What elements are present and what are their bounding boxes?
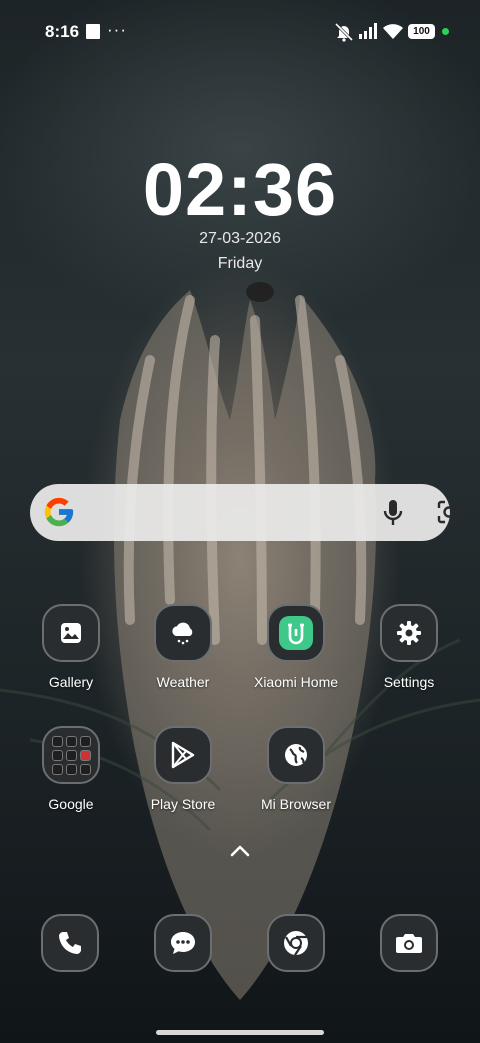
app-label: Weather xyxy=(156,674,210,690)
messages-icon[interactable] xyxy=(154,914,212,972)
app-gallery[interactable]: Gallery xyxy=(16,604,126,690)
mute-icon xyxy=(334,22,354,42)
weather-icon xyxy=(154,604,212,662)
notification-square-icon xyxy=(86,24,100,39)
play-store-icon xyxy=(154,726,212,784)
microphone-icon[interactable] xyxy=(381,499,405,527)
wifi-icon xyxy=(383,24,403,39)
app-xiaomi-home[interactable]: Xiaomi Home xyxy=(241,604,351,690)
signal-icon xyxy=(359,23,377,39)
app-label: Xiaomi Home xyxy=(253,674,339,690)
app-label: Play Store xyxy=(150,796,216,812)
chrome-icon[interactable] xyxy=(267,914,325,972)
xiaomi-home-icon xyxy=(267,604,325,662)
camera-icon[interactable] xyxy=(380,914,438,972)
gear-icon xyxy=(380,604,438,662)
clock-date: 27-03-2026 xyxy=(199,230,281,247)
phone-icon[interactable] xyxy=(41,914,99,972)
status-overflow-indicator: ··· xyxy=(107,20,127,39)
app-label: Google xyxy=(48,796,94,812)
app-label: Gallery xyxy=(48,674,94,690)
app-mi-browser[interactable]: Mi Browser xyxy=(241,726,351,812)
clock-time[interactable]: 02:36 xyxy=(0,150,480,230)
google-logo-icon xyxy=(44,497,74,527)
status-bar: 8:16 ··· 100 xyxy=(0,0,480,64)
clock-day: Friday xyxy=(217,255,263,272)
google-search-bar[interactable] xyxy=(30,484,461,541)
app-label: Settings xyxy=(383,674,435,690)
status-time: 8:16 xyxy=(45,22,80,41)
globe-icon xyxy=(267,726,325,784)
gallery-icon xyxy=(42,604,100,662)
app-label: Mi Browser xyxy=(260,796,331,812)
app-weather[interactable]: Weather xyxy=(128,604,238,690)
app-google-folder[interactable]: Google xyxy=(16,726,126,812)
battery-icon: 100 xyxy=(408,24,435,39)
app-play-store[interactable]: Play Store xyxy=(128,726,238,812)
app-drawer-arrow-icon[interactable] xyxy=(228,843,252,859)
privacy-dot-icon xyxy=(442,28,449,35)
lens-icon[interactable] xyxy=(435,498,463,526)
app-settings[interactable]: Settings xyxy=(354,604,464,690)
gesture-navigation-handle[interactable] xyxy=(156,1030,324,1035)
google-folder-icon xyxy=(42,726,100,784)
